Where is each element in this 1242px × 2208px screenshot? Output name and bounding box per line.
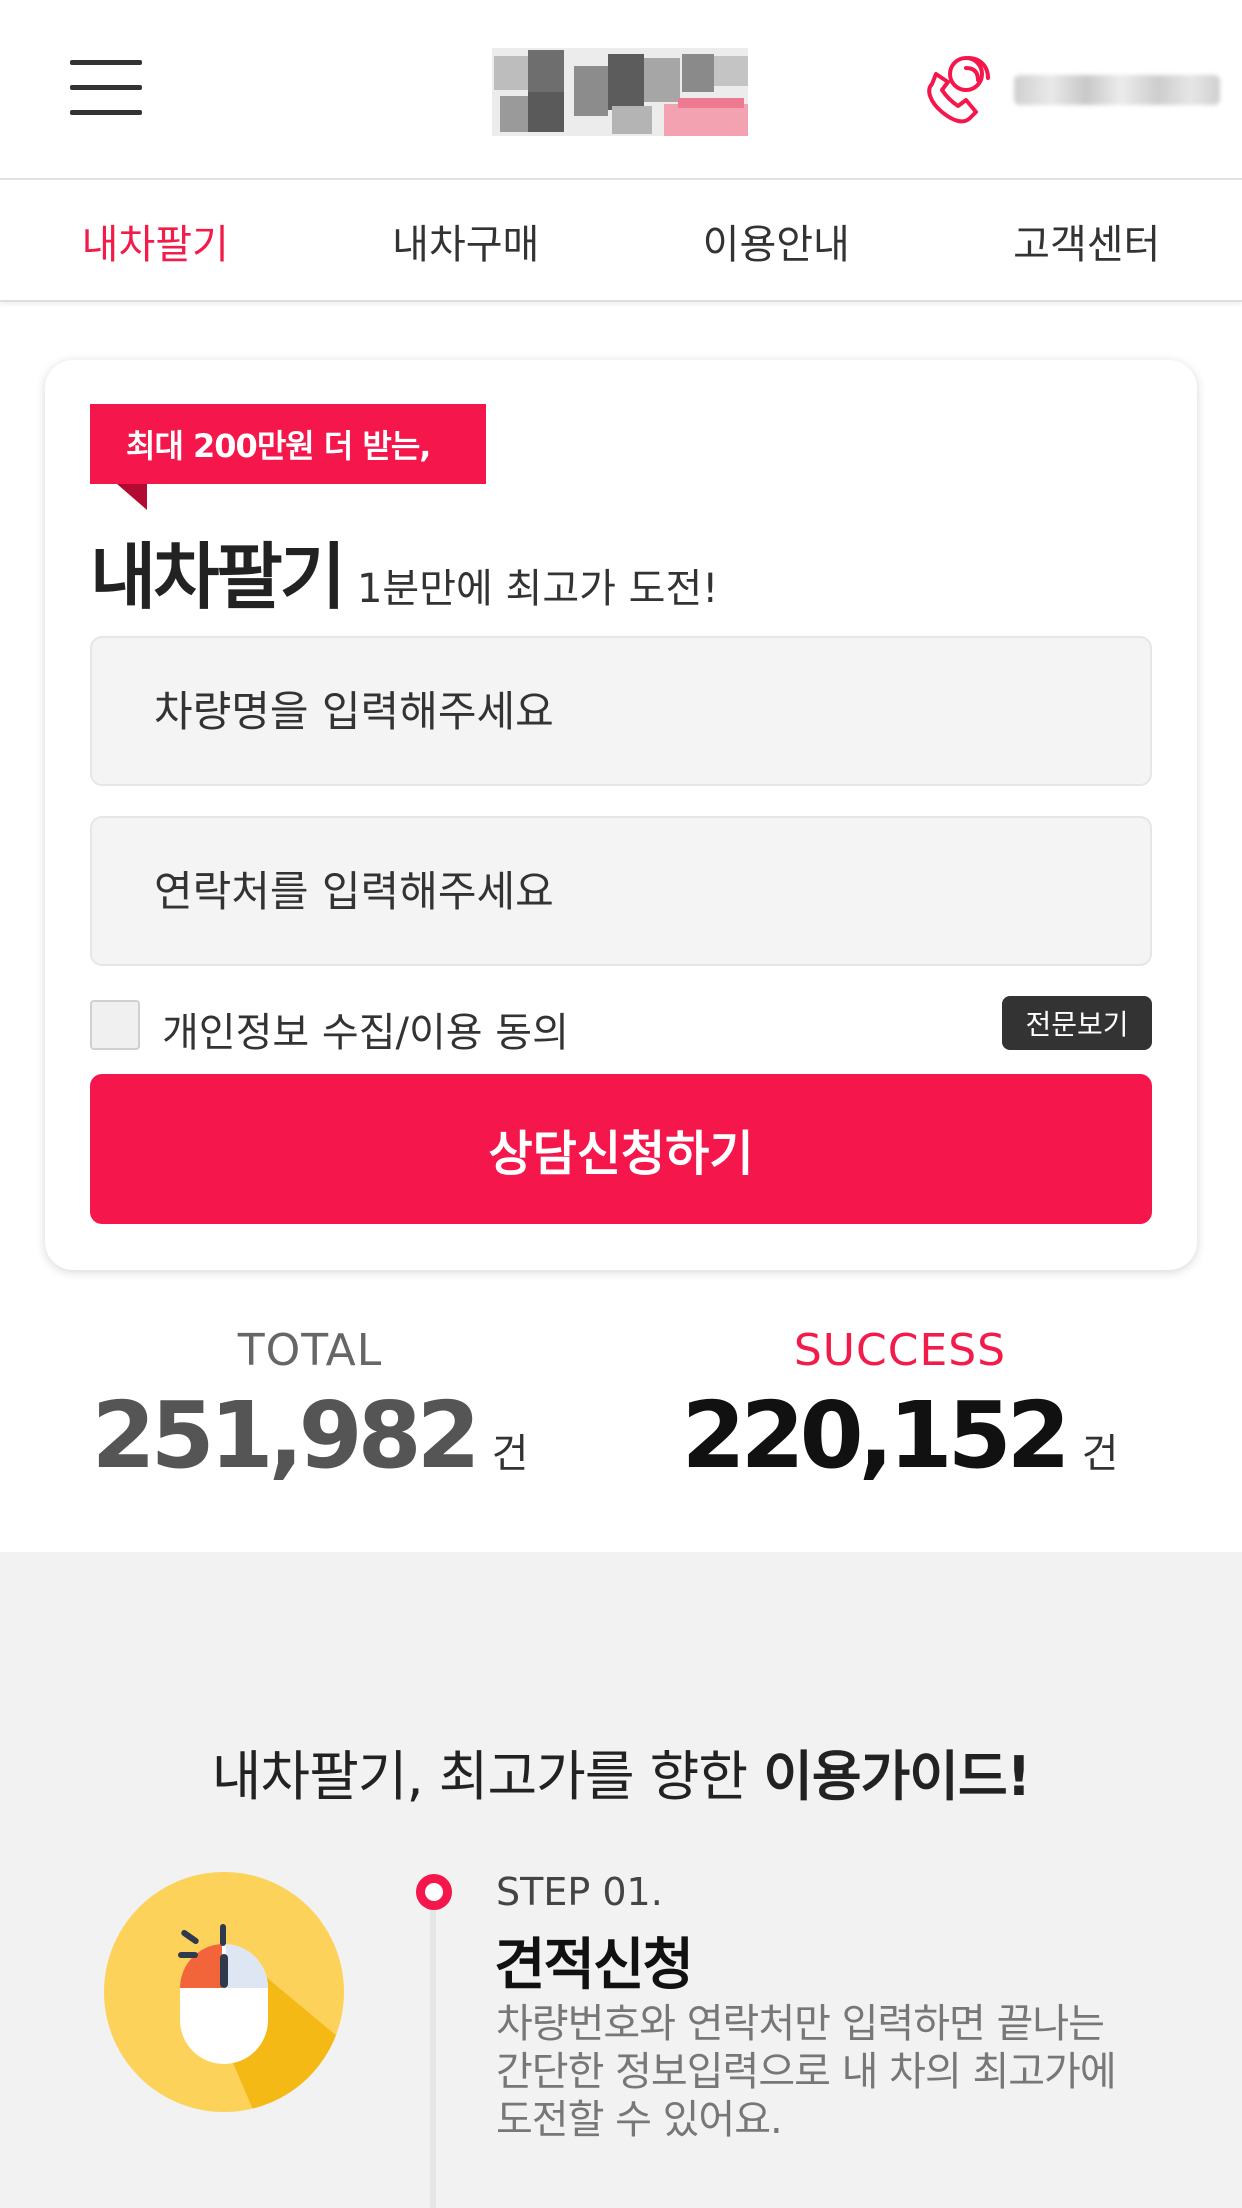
view-full-terms-button[interactable]: 전문보기 <box>1002 996 1152 1050</box>
contact-field <box>90 816 1152 966</box>
stat-total-value: 251,982 <box>91 1382 481 1489</box>
stat-total: TOTAL 251,982 건 <box>30 1325 590 1489</box>
stat-total-unit: 건 <box>491 1431 529 1477</box>
step-title: 견적신청 <box>494 1933 694 1998</box>
step-number: STEP 01. <box>496 1870 663 1914</box>
car-name-field <box>90 636 1152 786</box>
stat-total-label: TOTAL <box>237 1325 383 1376</box>
nav-item-sell-car[interactable]: 내차팔기 <box>0 182 311 300</box>
form-title: 내차팔기 1분만에 최고가 도전! <box>90 518 718 623</box>
phone-contact[interactable] <box>916 50 1220 130</box>
ribbon-fold-decoration <box>117 484 147 510</box>
guide-title: 내차팔기, 최고가를 향한 이용가이드! <box>0 1732 1242 1811</box>
guide-title-bold: 이용가이드! <box>763 1745 1031 1808</box>
promo-ribbon: 최대 200만원 더 받는, <box>90 404 486 484</box>
timeline-line <box>430 1908 436 2208</box>
mouse-click-icon <box>104 1872 344 2112</box>
sell-car-form-card: 최대 200만원 더 받는, 내차팔기 1분만에 최고가 도전! 개인정보 수집… <box>45 360 1197 1270</box>
brand-logo[interactable] <box>492 48 748 136</box>
step-description: 차량번호와 연락처만 입력하면 끝나는 간단한 정보입력으로 내 차의 최고가에… <box>496 2000 1196 2144</box>
privacy-agree-label[interactable]: 개인정보 수집/이용 동의 <box>162 1000 569 1058</box>
stat-success-value: 220,152 <box>681 1382 1071 1489</box>
nav-item-usage-guide[interactable]: 이용안내 <box>621 182 932 300</box>
stat-success-value-row: 220,152 건 <box>620 1382 1180 1489</box>
stat-success: SUCCESS 220,152 건 <box>620 1325 1180 1489</box>
stat-total-value-row: 251,982 건 <box>30 1382 590 1489</box>
hamburger-menu-icon[interactable] <box>70 60 144 116</box>
nav-item-buy-car[interactable]: 내차구매 <box>311 182 622 300</box>
app-header <box>0 0 1242 180</box>
form-title-sub: 1분만에 최고가 도전! <box>356 566 719 612</box>
contact-input[interactable] <box>92 818 1150 964</box>
step-description-line: 차량번호와 연락처만 입력하면 끝나는 <box>496 2001 1105 2047</box>
consult-request-button[interactable]: 상담신청하기 <box>90 1074 1152 1224</box>
privacy-agree-checkbox[interactable] <box>90 1000 140 1050</box>
timeline-dot <box>416 1874 452 1910</box>
phone-number-redacted <box>1014 75 1220 105</box>
nav-item-customer-center[interactable]: 고객센터 <box>932 182 1242 300</box>
guide-title-prefix: 내차팔기, 최고가를 향한 <box>211 1745 764 1808</box>
form-title-main: 내차팔기 <box>90 535 346 619</box>
stat-success-unit: 건 <box>1081 1431 1119 1477</box>
car-name-input[interactable] <box>92 638 1150 784</box>
usage-guide-section: 내차팔기, 최고가를 향한 이용가이드! STEP 01. 견적신청 차량번호와… <box>0 1552 1242 2208</box>
stat-success-label: SUCCESS <box>793 1325 1007 1376</box>
step-description-line: 도전할 수 있어요. <box>496 2097 783 2143</box>
main-nav: 내차팔기 내차구매 이용안내 고객센터 <box>0 182 1242 302</box>
privacy-agree-row: 개인정보 수집/이용 동의 전문보기 <box>90 996 1152 1056</box>
step-description-line: 간단한 정보입력으로 내 차의 최고가에 <box>496 2049 1117 2095</box>
phone-call-icon <box>927 56 990 124</box>
